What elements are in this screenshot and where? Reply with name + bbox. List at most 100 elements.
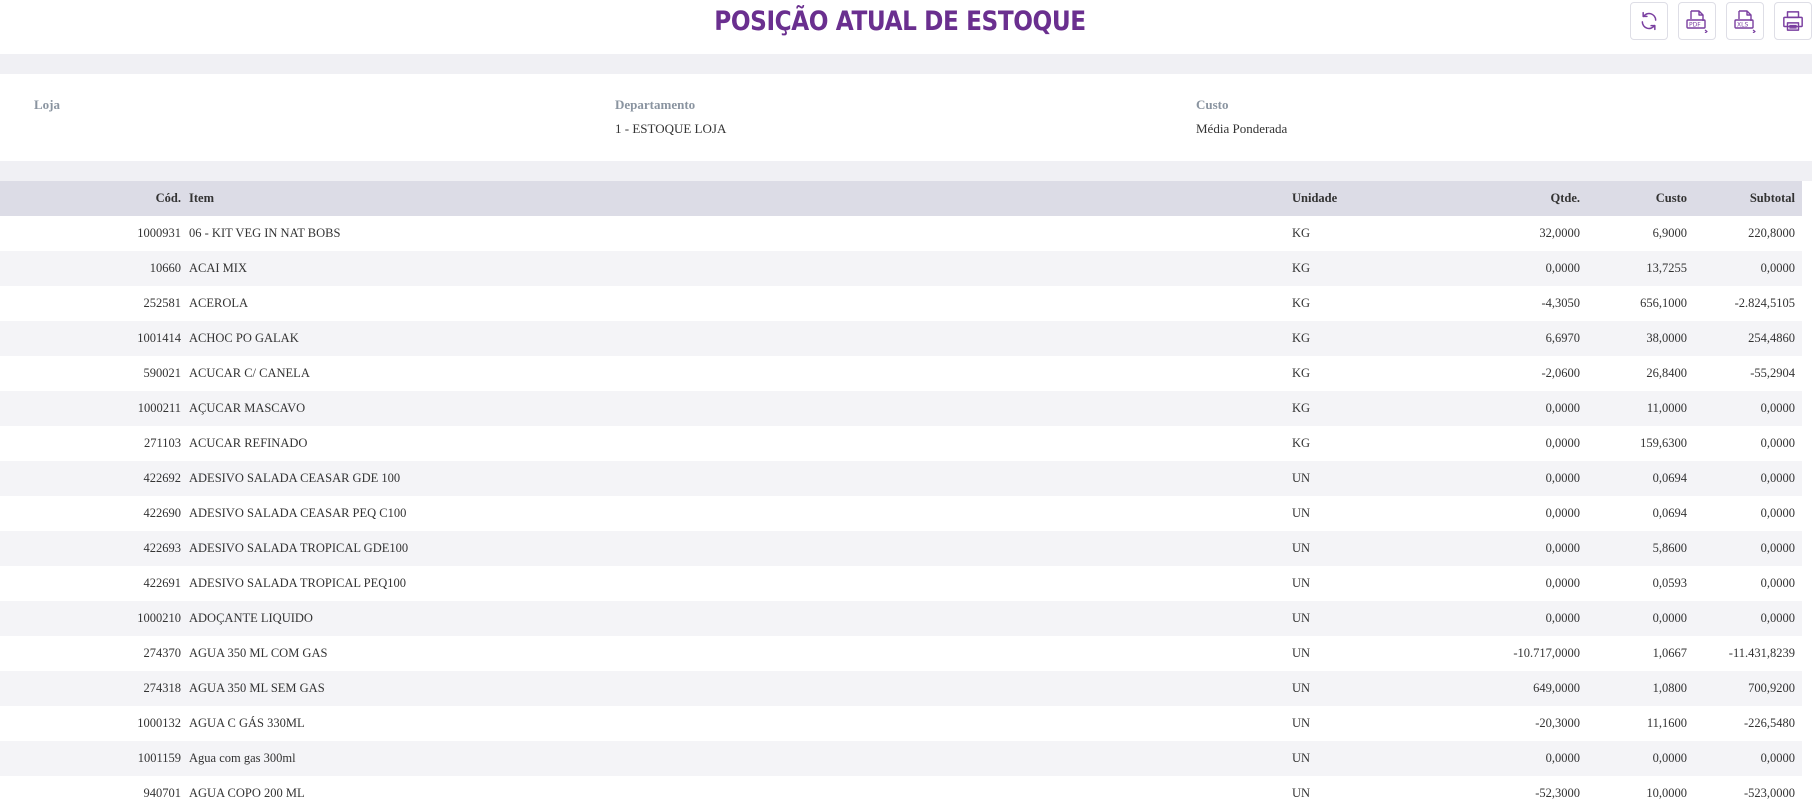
cell-subtotal: 0,0000 [1760,471,1795,485]
cell-cod: 1001414 [137,331,181,345]
cell-item: AGUA 350 ML COM GAS [189,646,328,660]
table-row[interactable]: 422693 ADESIVO SALADA TROPICAL GDE100 UN 0,… [0,531,1802,566]
cell-item: ACUCAR C/ CANELA [189,366,310,380]
cell-custo: 0,0593 [1652,576,1687,590]
table-row[interactable]: 274370 AGUA 350 ML COM GAS UN -10.717,0000 1… [0,636,1802,671]
cell-unidade: KG [1292,226,1311,240]
cell-custo: 159,6300 [1640,436,1687,450]
cell-item: ACEROLA [189,296,249,310]
cell-unidade: UN [1292,681,1311,695]
cell-cod: 422690 [143,506,182,520]
cell-qtde: 0,0000 [1545,611,1580,625]
cell-qtde: 0,0000 [1545,576,1580,590]
table-row[interactable]: 274318 AGUA 350 ML SEM GAS UN 649,0000 1,080… [0,671,1802,706]
cell-qtde: -10.717,0000 [1513,646,1580,660]
table-row[interactable]: 1001414 ACHOC PO GALAK KG 6,6970 38,0000 254,… [0,321,1802,356]
cell-subtotal: 0,0000 [1760,261,1795,275]
separator-band [0,54,1812,74]
cell-custo: 656,1000 [1640,296,1687,310]
cell-qtde: 0,0000 [1545,506,1580,520]
column-header-subtotal[interactable]: Subtotal [1750,181,1795,216]
cell-subtotal: -11.431,8239 [1728,646,1795,660]
cell-unidade: UN [1292,716,1311,730]
cell-item: ADESIVO SALADA TROPICAL GDE100 [189,541,409,555]
filter-custo: Custo Média Ponderada [1196,97,1287,137]
stock-table: Cód. Item Unidade Qtde. Custo Subtotal 1… [0,181,1802,811]
cell-custo: 1,0667 [1652,646,1687,660]
cell-item: ACUCAR REFINADO [189,436,308,450]
refresh-button[interactable] [1630,2,1668,40]
cell-qtde: 6,6970 [1545,331,1580,345]
xls-icon: XLS [1733,9,1757,33]
cell-unidade: KG [1292,331,1311,345]
cell-cod: 1000132 [137,716,181,730]
cell-subtotal: -226,5480 [1743,716,1795,730]
filter-departamento-value: 1 - ESTOQUE LOJA [615,121,727,136]
print-button[interactable] [1774,2,1812,40]
table-row[interactable]: 1000211 AÇUCAR MASCAVO KG 0,0000 11,0000 0,00… [0,391,1802,426]
cell-qtde: -2,0600 [1541,366,1580,380]
table-body: 1000931 06 - KIT VEG IN NAT BOBS KG 32,0000… [0,216,1802,811]
cell-custo: 26,8400 [1646,366,1687,380]
page-header: POSIÇÃO ATUAL DE ESTOQUE PDF XLS [0,0,1812,54]
table-row[interactable]: 940701 AGUA COPO 200 ML UN -52,3000 10,0000 -… [0,776,1802,811]
cell-qtde: 0,0000 [1545,261,1580,275]
table-row[interactable]: 252581 ACEROLA KG -4,3050 656,1000 -2.824,510… [0,286,1802,321]
column-header-item[interactable]: Item [189,181,214,216]
filters-panel: Loja Departamento 1 - ESTOQUE LOJA Custo… [0,74,1800,161]
cell-subtotal: 0,0000 [1760,611,1795,625]
cell-qtde: -52,3000 [1535,786,1580,800]
cell-subtotal: -2.824,5105 [1734,296,1795,310]
table-row[interactable]: 422692 ADESIVO SALADA CEASAR GDE 100 UN 0,0… [0,461,1802,496]
cell-qtde: 0,0000 [1545,751,1580,765]
filter-departamento: Departamento 1 - ESTOQUE LOJA [615,97,726,137]
cell-cod: 1000210 [137,611,181,625]
cell-qtde: 0,0000 [1545,436,1580,450]
table-row[interactable]: 1000132 AGUA C GÁS 330ML UN -20,3000 11,1600… [0,706,1802,741]
cell-item: AGUA C GÁS 330ML [189,716,305,730]
cell-qtde: -20,3000 [1535,716,1580,730]
column-header-cod[interactable]: Cód. [156,181,181,216]
cell-cod: 1000931 [137,226,181,240]
cell-cod: 274318 [143,681,182,695]
cell-unidade: UN [1292,576,1311,590]
table-header-row: Cód. Item Unidade Qtde. Custo Subtotal [0,181,1802,216]
table-row[interactable]: 271103 ACUCAR REFINADO KG 0,0000 159,6300 0,0… [0,426,1802,461]
cell-unidade: KG [1292,261,1311,275]
cell-item: AGUA 350 ML SEM GAS [189,681,325,695]
table-row[interactable]: 590021 ACUCAR C/ CANELA KG -2,0600 26,8400 -5… [0,356,1802,391]
cell-custo: 5,8600 [1652,541,1687,555]
table-row[interactable]: 422691 ADESIVO SALADA TROPICAL PEQ100 UN 0,… [0,566,1802,601]
export-pdf-button[interactable]: PDF [1678,2,1716,40]
cell-unidade: KG [1292,366,1311,380]
pdf-icon: PDF [1685,9,1709,33]
cell-subtotal: 0,0000 [1760,436,1795,450]
column-header-custo[interactable]: Custo [1656,181,1687,216]
table-row[interactable]: 1000931 06 - KIT VEG IN NAT BOBS KG 32,0000… [0,216,1802,251]
cell-custo: 11,1600 [1646,716,1687,730]
export-xls-button[interactable]: XLS [1726,2,1764,40]
cell-custo: 0,0694 [1652,471,1687,485]
cell-custo: 0,0694 [1652,506,1687,520]
table-row[interactable]: 422690 ADESIVO SALADA CEASAR PEQ C100 UN 0,… [0,496,1802,531]
table-row[interactable]: 1001159 Agua com gas 300ml UN 0,0000 0,0000 0… [0,741,1802,776]
cell-cod: 940701 [143,786,182,800]
cell-subtotal: 0,0000 [1760,401,1795,415]
column-header-qtde[interactable]: Qtde. [1550,181,1580,216]
cell-subtotal: 254,4860 [1748,331,1795,345]
svg-text:PDF: PDF [1689,22,1701,29]
cell-custo: 10,0000 [1646,786,1687,800]
cell-unidade: UN [1292,751,1311,765]
table-row[interactable]: 10660 ACAI MIX KG 0,0000 13,7255 0,0000 [0,251,1802,286]
cell-cod: 422692 [143,471,182,485]
separator-band [0,161,1812,181]
column-header-unidade[interactable]: Unidade [1292,181,1337,216]
cell-cod: 1001159 [137,751,181,765]
cell-item: AGUA COPO 200 ML [189,786,305,800]
table-row[interactable]: 1000210 ADOÇANTE LIQUIDO UN 0,0000 0,0000 0,0… [0,601,1802,636]
page-title: POSIÇÃO ATUAL DE ESTOQUE [714,6,1086,37]
cell-item: ADESIVO SALADA CEASAR GDE 100 [189,471,401,485]
cell-item: Agua com gas 300ml [189,751,296,765]
refresh-icon [1639,11,1659,31]
filter-departamento-label: Departamento [615,97,696,112]
